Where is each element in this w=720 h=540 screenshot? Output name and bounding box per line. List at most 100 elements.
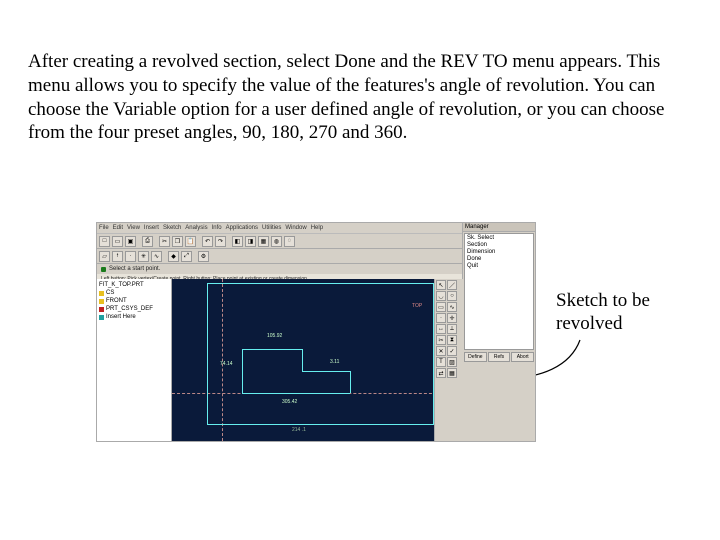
sketch-line <box>242 349 302 350</box>
open-icon[interactable]: ▭ <box>112 236 123 247</box>
redo-icon[interactable]: ↷ <box>215 236 226 247</box>
new-icon[interactable]: □ <box>99 236 110 247</box>
panel-item-done[interactable]: Done <box>467 256 531 263</box>
fill-tool-icon[interactable]: ▨ <box>447 357 457 367</box>
toolbar-separator <box>228 236 230 247</box>
tree-root[interactable]: FIT_K_TOP.PRT <box>99 281 169 289</box>
coord-tool-icon[interactable]: ✛ <box>447 313 457 323</box>
tree-label: FRONT <box>106 297 127 305</box>
arc-tool-icon[interactable]: ◡ <box>436 291 446 301</box>
tree-label: Insert Here <box>106 313 136 321</box>
sketcher-toolstrip: ↖ ／ ◡ ○ ▭ ∿ · ✛ ↔ ⟂ ✂ ⧗ ✕ ✓ T ▨ ⇄ ▦ <box>434 279 463 441</box>
csys-icon[interactable]: ✳ <box>138 251 149 262</box>
menu-apps[interactable]: Applications <box>226 225 258 231</box>
panel-title: Manager <box>463 223 535 232</box>
spline-tool-icon[interactable]: ∿ <box>447 302 457 312</box>
menu-utils[interactable]: Utilities <box>262 225 281 231</box>
panel-item-quit[interactable]: Quit <box>467 263 531 270</box>
panel-item-select[interactable]: Sk. Select <box>467 235 531 242</box>
select-tool-icon[interactable]: ↖ <box>436 280 446 290</box>
tree-item[interactable]: CS <box>99 289 169 297</box>
menu-analysis[interactable]: Analysis <box>185 225 207 231</box>
dimension-bottom: 305.42 <box>282 399 297 405</box>
point-tool-icon[interactable]: · <box>436 313 446 323</box>
menu-window[interactable]: Window <box>285 225 306 231</box>
mirror-tool-icon[interactable]: ⧗ <box>447 335 457 345</box>
model-tree: FIT_K_TOP.PRT CS FRONT PRT_CSYS_DEF Inse… <box>97 279 172 441</box>
menu-file[interactable]: File <box>99 225 109 231</box>
view2-icon[interactable]: ◨ <box>245 236 256 247</box>
csys-icon <box>99 307 104 312</box>
status-indicator-icon <box>101 267 106 272</box>
wire-icon[interactable]: ◌ <box>284 236 295 247</box>
menu-sketch[interactable]: Sketch <box>163 225 181 231</box>
cut-icon[interactable]: ✂ <box>159 236 170 247</box>
insert-icon <box>99 315 104 320</box>
dimension-top: 105.92 <box>267 333 282 339</box>
circle-tool-icon[interactable]: ○ <box>447 291 457 301</box>
constraint-tool-icon[interactable]: ⟂ <box>447 324 457 334</box>
dimension-tool-icon[interactable]: ↔ <box>436 324 446 334</box>
shade-icon[interactable]: ◍ <box>271 236 282 247</box>
sketch-line <box>302 349 303 371</box>
paste-icon[interactable]: 📋 <box>185 236 196 247</box>
view1-icon[interactable]: ◧ <box>232 236 243 247</box>
done-tool-icon[interactable]: ✓ <box>447 346 457 356</box>
line-tool-icon[interactable]: ／ <box>447 280 457 290</box>
center-label: 214 .1 <box>292 427 306 433</box>
toolbar-separator <box>198 236 200 247</box>
fit-icon[interactable]: ⤢ <box>181 251 192 262</box>
status-text: Select a start point. <box>109 266 160 272</box>
menu-view[interactable]: View <box>127 225 140 231</box>
toolbar-separator <box>164 251 166 262</box>
toggle-tool-icon[interactable]: ⇄ <box>436 368 446 378</box>
print-icon[interactable]: ⎙ <box>142 236 153 247</box>
menu-insert[interactable]: Insert <box>144 225 159 231</box>
panel-buttons: Define Refs Abort <box>463 351 535 363</box>
datum-label-top: TOP <box>412 303 422 309</box>
menu-manager-panel: Manager Sk. Select Section Dimension Don… <box>462 223 535 441</box>
datum-point-icon[interactable]: · <box>125 251 136 262</box>
toolbar-separator <box>194 251 196 262</box>
sketch-line <box>242 393 350 394</box>
save-icon[interactable]: ▣ <box>125 236 136 247</box>
sketch-line <box>302 371 350 372</box>
annotation-label: Sketch to be revolved <box>556 290 720 336</box>
orient-icon[interactable]: ◆ <box>168 251 179 262</box>
rect-tool-icon[interactable]: ▭ <box>436 302 446 312</box>
datum-plane-icon[interactable]: ▱ <box>99 251 110 262</box>
abort-button[interactable]: Abort <box>511 352 534 362</box>
grid-tool-icon[interactable]: ▦ <box>447 368 457 378</box>
panel-item-dimension[interactable]: Dimension <box>467 249 531 256</box>
menu-edit[interactable]: Edit <box>113 225 123 231</box>
view3-icon[interactable]: ▦ <box>258 236 269 247</box>
menu-help[interactable]: Help <box>311 225 323 231</box>
trim-tool-icon[interactable]: ✂ <box>436 335 446 345</box>
undo-icon[interactable]: ↶ <box>202 236 213 247</box>
panel-list: Sk. Select Section Dimension Done Quit <box>464 233 534 350</box>
delete-tool-icon[interactable]: ✕ <box>436 346 446 356</box>
config-icon[interactable]: ⚙ <box>198 251 209 262</box>
datum-icon <box>99 299 104 304</box>
panel-item-section[interactable]: Section <box>467 242 531 249</box>
sketch-line <box>242 349 243 393</box>
define-button[interactable]: Define <box>464 352 487 362</box>
datum-axis-icon[interactable]: ⟊ <box>112 251 123 262</box>
tree-item[interactable]: PRT_CSYS_DEF <box>99 305 169 313</box>
refs-button[interactable]: Refs <box>488 352 511 362</box>
dimension-left: 74.14 <box>220 361 233 367</box>
menu-info[interactable]: Info <box>212 225 222 231</box>
tree-label: CS <box>106 289 114 297</box>
sketch-viewport[interactable]: 105.92 74.14 3.11 305.42 TOP 214 .1 ↖ ／ … <box>172 279 463 441</box>
cad-app-window: File Edit View Insert Sketch Analysis In… <box>96 222 536 442</box>
tree-item[interactable]: FRONT <box>99 297 169 305</box>
tree-item[interactable]: Insert Here <box>99 313 169 321</box>
main-area: FIT_K_TOP.PRT CS FRONT PRT_CSYS_DEF Inse… <box>97 279 463 441</box>
copy-icon[interactable]: ❐ <box>172 236 183 247</box>
tree-label: PRT_CSYS_DEF <box>106 305 153 313</box>
toolbar-separator <box>138 236 140 247</box>
tree-root-label: FIT_K_TOP.PRT <box>99 281 144 289</box>
datum-curve-icon[interactable]: ∿ <box>151 251 162 262</box>
text-tool-icon[interactable]: T <box>436 357 446 367</box>
datum-icon <box>99 291 104 296</box>
